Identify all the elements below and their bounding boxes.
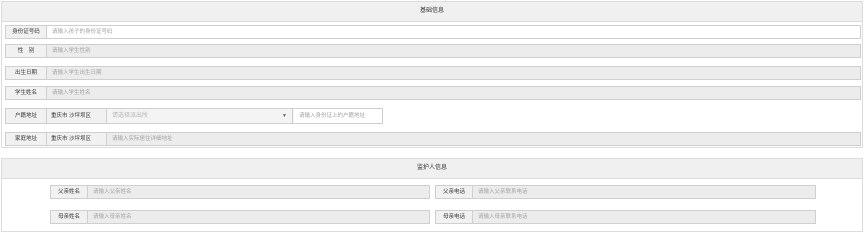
father-name-input[interactable]: 请输入父亲姓名 bbox=[88, 186, 429, 198]
gender-label: 性 别 bbox=[6, 45, 47, 57]
home-address-label: 家庭地址 bbox=[6, 133, 47, 145]
basic-info-panel: 基础信息 身份证号码 请输入孩子的身份证号码 性 别 请输入学生性别 出生日期 … bbox=[1, 1, 863, 148]
hukou-city[interactable]: 重庆市 沙坪坝区 bbox=[47, 109, 107, 123]
hukou-address-input[interactable]: 请输入身份证上的户籍地址 bbox=[294, 109, 382, 123]
birth-date-input[interactable]: 请输入学生出生日期 bbox=[47, 67, 860, 79]
father-phone-label: 父亲电话 bbox=[436, 186, 473, 198]
police-station-select-text: 请选择派出所 bbox=[112, 113, 149, 119]
mother-name-label: 母亲姓名 bbox=[51, 211, 88, 223]
basic-info-title: 基础信息 bbox=[2, 2, 862, 22]
hukou-address-row: 户籍地址 重庆市 沙坪坝区 请选择派出所 ▼ 请输入身份证上的户籍地址 bbox=[5, 108, 383, 124]
student-name-row: 学生姓名 请输入学生姓名 bbox=[5, 86, 861, 100]
father-phone-row: 父亲电话 请输入父亲联系电话 bbox=[435, 185, 816, 199]
id-number-input[interactable]: 请输入孩子的身份证号码 bbox=[47, 26, 860, 38]
student-name-label: 学生姓名 bbox=[6, 87, 47, 99]
mother-name-row: 母亲姓名 请输入母亲姓名 bbox=[50, 210, 430, 224]
gender-row: 性 别 请输入学生性别 bbox=[5, 44, 861, 58]
guardian-info-title: 监护人信息 bbox=[2, 159, 862, 179]
father-phone-input[interactable]: 请输入父亲联系电话 bbox=[473, 186, 815, 198]
birth-date-label: 出生日期 bbox=[6, 67, 47, 79]
student-name-input[interactable]: 请输入学生姓名 bbox=[47, 87, 860, 99]
father-name-row: 父亲姓名 请输入父亲姓名 bbox=[50, 185, 430, 199]
gender-input[interactable]: 请输入学生性别 bbox=[47, 45, 860, 57]
birth-date-row: 出生日期 请输入学生出生日期 bbox=[5, 66, 861, 80]
hukou-address-label: 户籍地址 bbox=[6, 109, 47, 123]
mother-name-input[interactable]: 请输入母亲姓名 bbox=[88, 211, 429, 223]
home-address-input[interactable]: 请输入实际居住详细地址 bbox=[107, 133, 860, 145]
police-station-select[interactable]: 请选择派出所 ▼ bbox=[107, 109, 293, 123]
id-number-row: 身份证号码 请输入孩子的身份证号码 bbox=[5, 25, 861, 39]
mother-phone-input[interactable]: 请输入母亲联系电话 bbox=[473, 211, 815, 223]
guardian-info-panel: 监护人信息 父亲姓名 请输入父亲姓名 父亲电话 请输入父亲联系电话 母亲姓名 请… bbox=[1, 158, 863, 232]
home-city[interactable]: 重庆市 沙坪坝区 bbox=[47, 133, 107, 145]
id-number-label: 身份证号码 bbox=[6, 26, 47, 38]
home-address-row: 家庭地址 重庆市 沙坪坝区 请输入实际居住详细地址 bbox=[5, 132, 861, 146]
mother-phone-label: 母亲电话 bbox=[436, 211, 473, 223]
father-name-label: 父亲姓名 bbox=[51, 186, 88, 198]
mother-phone-row: 母亲电话 请输入母亲联系电话 bbox=[435, 210, 816, 224]
caret-down-icon: ▼ bbox=[282, 113, 287, 119]
